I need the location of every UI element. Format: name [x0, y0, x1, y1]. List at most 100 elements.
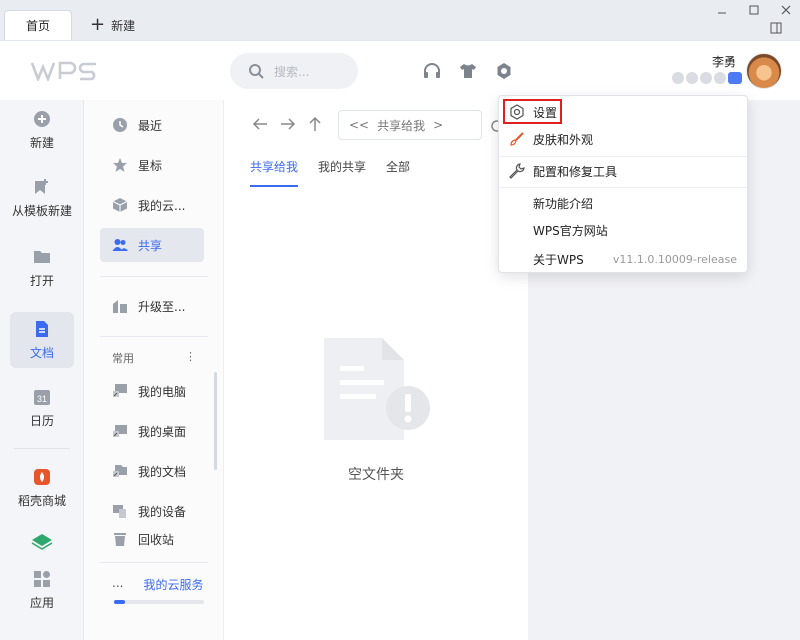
search-box[interactable]: 搜索...: [230, 53, 358, 89]
search-icon: [249, 64, 264, 79]
wps-logo: [30, 61, 102, 84]
rail-item-template[interactable]: 从模板新建: [10, 170, 74, 226]
menu-item-new-features[interactable]: 新功能介绍: [505, 191, 743, 215]
sidebar-item-shared[interactable]: 共享: [100, 228, 204, 262]
rail-item-new[interactable]: 新建: [10, 102, 74, 158]
clock-icon: [113, 118, 127, 132]
header: 搜索... 李勇: [0, 40, 800, 100]
new-tab-button[interactable]: + 新建: [90, 14, 135, 36]
tab-home[interactable]: 首页: [4, 10, 72, 40]
tab-all[interactable]: 全部: [386, 158, 410, 187]
star-icon: [113, 158, 127, 172]
wps-logo-icon: [30, 61, 96, 83]
avatar[interactable]: [746, 53, 782, 89]
more-vertical-icon[interactable]: ⋮: [185, 350, 196, 366]
menu-item-skin[interactable]: 皮肤和外观: [505, 127, 743, 151]
empty-folder-illustration: [322, 336, 432, 449]
sidebar-item-upgrade[interactable]: 升级至...: [100, 289, 204, 323]
trash-icon: [114, 533, 126, 546]
sidebar-item-my-desktop[interactable]: 我的桌面: [100, 414, 204, 448]
support-headset-button[interactable]: [422, 61, 442, 81]
plus-circle-icon: [34, 110, 50, 127]
rail-item-apps[interactable]: 应用: [10, 562, 74, 618]
tab-shared-with-me[interactable]: 共享给我: [250, 158, 299, 187]
empty-document-icon: [324, 338, 430, 440]
badge-icon: [714, 72, 726, 84]
menu-item-official-site[interactable]: WPS官方网站: [505, 218, 743, 242]
more-icon[interactable]: ...: [112, 576, 123, 593]
empty-folder-text: 空文件夹: [348, 467, 404, 483]
sidebar-item-my-computer[interactable]: 我的电脑: [100, 374, 204, 408]
maximize-icon: [749, 5, 759, 15]
minimize-icon: [718, 12, 726, 14]
sidebar-item-label: 升级至...: [138, 299, 186, 314]
back-button[interactable]: [252, 116, 268, 135]
new-tab-label: 新建: [111, 18, 136, 33]
rail-item-ai[interactable]: [10, 526, 74, 562]
common-section-title: 常用: [112, 352, 134, 365]
menu-item-about[interactable]: 关于WPS v11.1.0.10009-release: [505, 247, 743, 271]
breadcrumb[interactable]: << 共享给我 >: [338, 110, 482, 140]
computer-icon: [113, 384, 127, 397]
rail-item-open[interactable]: 打开: [10, 240, 74, 296]
common-section-header: 常用 ⋮: [112, 350, 196, 366]
sidebar-item-label: 我的桌面: [138, 424, 187, 439]
sidebar-item-my-cloud[interactable]: 我的云...: [100, 188, 204, 222]
tab-my-shares[interactable]: 我的共享: [318, 158, 366, 187]
maximize-button[interactable]: [746, 2, 762, 18]
up-button[interactable]: [308, 116, 322, 136]
rail-label: 新建: [29, 135, 54, 150]
sidebar-item-recent[interactable]: 最近: [100, 108, 204, 142]
vip-badge-icon: [728, 72, 742, 84]
menu-item-label: 新功能介绍: [533, 196, 594, 211]
rail-item-calendar[interactable]: 31 日历: [10, 380, 74, 436]
menu-item-label: 关于WPS: [533, 252, 584, 267]
minimize-button[interactable]: [714, 2, 730, 18]
upgrade-icon: [113, 300, 127, 313]
rail-label: 从模板新建: [11, 203, 72, 218]
title-bar: 首页 + 新建: [0, 0, 800, 40]
rail-label: 打开: [29, 273, 54, 288]
breadcrumb-back-icon[interactable]: <<: [349, 118, 369, 132]
settings-button[interactable]: [494, 61, 514, 81]
sidebar-scrollbar[interactable]: [214, 372, 217, 470]
rail-item-docer-store[interactable]: 稻壳商城: [10, 460, 74, 516]
brush-icon: [510, 132, 524, 146]
forward-button[interactable]: [280, 116, 296, 135]
badge-icon: [686, 72, 698, 84]
chevron-right-icon: >: [433, 118, 444, 132]
sidebar-item-my-documents[interactable]: 我的文档: [100, 454, 204, 488]
menu-divider: [499, 187, 747, 188]
sidebar-item-label: 我的设备: [138, 504, 187, 519]
member-badges: [672, 72, 742, 84]
rail-label: 日历: [29, 413, 54, 428]
close-icon: [781, 5, 791, 15]
skin-tshirt-button[interactable]: [458, 61, 478, 81]
sidebar-item-recycle-bin[interactable]: 回收站: [100, 522, 204, 556]
layers-icon: [31, 534, 53, 550]
cloud-usage-bar: [114, 600, 204, 604]
desktop-icon: [113, 425, 127, 437]
menu-divider: [499, 156, 747, 157]
rail-item-documents[interactable]: 文档: [10, 312, 74, 368]
arrow-left-icon: [252, 118, 267, 130]
sidebar-item-starred[interactable]: 星标: [100, 148, 204, 182]
settings-highlight-box: [503, 99, 562, 124]
arrow-right-icon: [281, 118, 296, 130]
close-button[interactable]: [778, 2, 794, 18]
username[interactable]: 李勇: [712, 53, 736, 70]
menu-item-repair-tool[interactable]: 配置和修复工具: [505, 159, 743, 183]
calendar-icon: 31: [34, 389, 50, 405]
sidebar-divider: [100, 562, 208, 563]
badge-icon: [700, 72, 712, 84]
menu-item-label: WPS官方网站: [533, 223, 608, 238]
cloud-service-link[interactable]: ... 我的云服务: [112, 576, 212, 593]
badge-icon: [672, 72, 684, 84]
sidebar-item-label: 共享: [138, 238, 163, 253]
gear-icon: [497, 63, 511, 79]
apps-grid-icon: [34, 570, 50, 587]
main-content: << 共享给我 > 共享给我 我的共享 全部 空文件夹: [224, 100, 528, 640]
sidebar-toggle-button[interactable]: [768, 20, 784, 36]
my-docs-icon: [113, 465, 127, 477]
version-text: v11.1.0.10009-release: [612, 252, 737, 266]
